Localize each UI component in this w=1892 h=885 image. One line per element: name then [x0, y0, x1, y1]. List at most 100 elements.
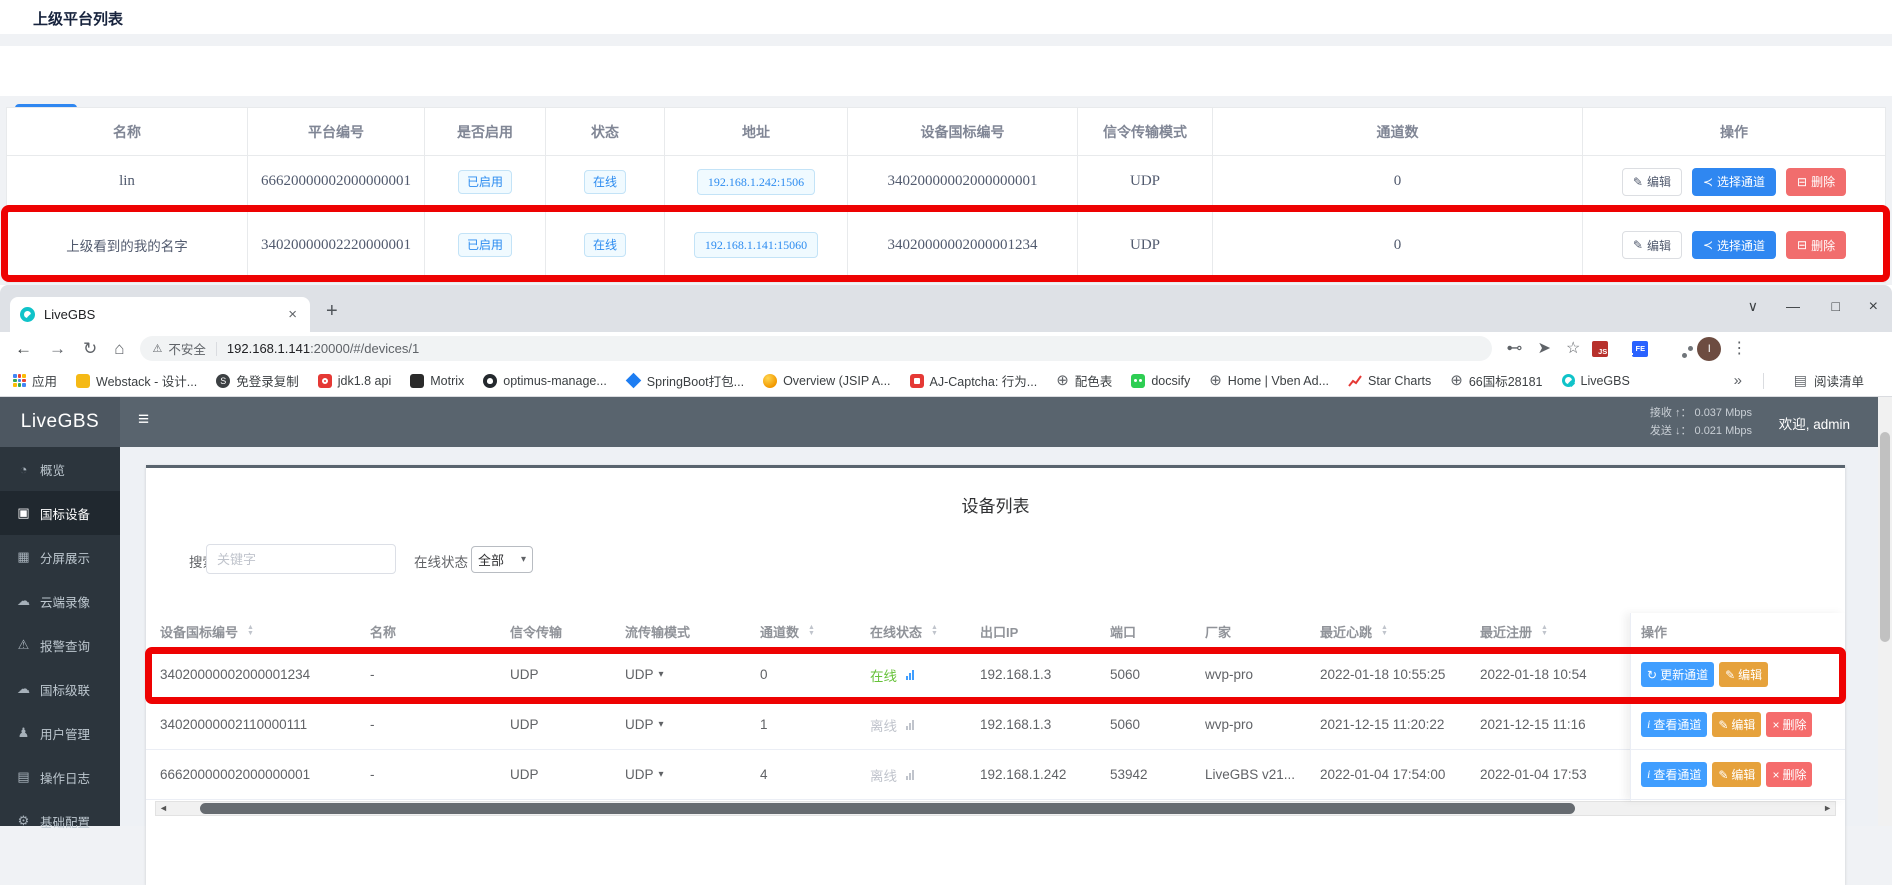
window-minimize-icon[interactable]: — — [1786, 298, 1800, 314]
bookmark-apps[interactable]: 应用 — [13, 371, 57, 390]
col-channels: 通道数 — [1213, 108, 1583, 155]
scroll-left-icon[interactable]: ◄ — [159, 802, 168, 815]
cell-stream-mode[interactable]: UDP▾ — [625, 717, 760, 732]
sort-icon[interactable]: ▲▼ — [931, 625, 938, 637]
delete-button[interactable]: ×删除 — [1766, 762, 1812, 787]
bookmark-colors[interactable]: ⊕配色表 — [1056, 371, 1112, 390]
device-row: 34020000002110000111 - UDP UDP▾ 1 离线 192… — [146, 700, 1845, 750]
bookmark-jdk[interactable]: jdk1.8 api — [318, 374, 392, 388]
bookmark-webstack[interactable]: Webstack - 设计... — [76, 371, 197, 390]
select-channel-button[interactable]: ≺选择通道 — [1692, 231, 1776, 259]
bookmark-copy[interactable]: S免登录复制 — [216, 371, 299, 390]
edit-button[interactable]: ✎编辑 — [1622, 168, 1682, 196]
col-device-id[interactable]: 设备国标编号▲▼ — [160, 622, 370, 641]
browser-tab[interactable]: LiveGBS × — [10, 297, 310, 332]
delete-button[interactable]: ×删除 — [1766, 712, 1812, 737]
browser-menu-dots-icon[interactable]: ⋮ — [1731, 341, 1747, 357]
bookmark-label: 免登录复制 — [236, 371, 299, 390]
col-name: 名称 — [7, 108, 248, 155]
home-icon[interactable]: ⌂ — [114, 340, 124, 357]
sidebar-item-operation-log[interactable]: ▤操作日志 — [0, 755, 120, 799]
sidebar-item-alarm-query[interactable]: ⚠报警查询 — [0, 623, 120, 667]
stream-stats-chart-icon[interactable] — [906, 670, 914, 680]
bookmark-docsify[interactable]: docsify — [1131, 374, 1190, 388]
edit-label: 编辑 — [1731, 716, 1755, 733]
fe-extension-icon[interactable]: FE — [1632, 341, 1648, 357]
bookmark-overview[interactable]: Overview (JSIP A... — [763, 374, 890, 388]
js-extension-icon[interactable]: JS — [1592, 341, 1608, 357]
bookmark-star-icon[interactable]: ☆ — [1566, 341, 1580, 357]
window-chevron-icon[interactable]: ∨ — [1748, 298, 1758, 315]
col-channels[interactable]: 通道数▲▼ — [760, 622, 870, 641]
send-icon[interactable]: ➤ — [1538, 341, 1551, 357]
window-maximize-icon[interactable]: □ — [1832, 298, 1840, 314]
sidebar-item-overview[interactable]: ◔概览 — [0, 447, 120, 491]
bookmark-gb28181[interactable]: ⊕66国标28181 — [1450, 371, 1542, 390]
reload-icon[interactable]: ↻ — [83, 340, 97, 357]
delete-button[interactable]: ⊟删除 — [1786, 168, 1846, 196]
sort-icon[interactable]: ▲▼ — [1541, 625, 1548, 637]
scroll-right-icon[interactable]: ► — [1823, 802, 1832, 815]
key-icon[interactable]: ⊷ — [1507, 341, 1523, 357]
col-online-status[interactable]: 在线状态▲▼ — [870, 622, 980, 641]
cell-stream-mode[interactable]: UDP▾ — [625, 767, 760, 782]
col-heartbeat[interactable]: 最近心跳▲▼ — [1320, 622, 1480, 641]
scrollbar-thumb[interactable] — [200, 803, 1575, 814]
colon: ： — [1680, 425, 1691, 437]
docsify-icon — [1131, 374, 1145, 388]
delete-button[interactable]: ⊟删除 — [1786, 231, 1846, 259]
back-icon[interactable]: ← — [15, 340, 32, 357]
url-host: 192.168.1.141 — [227, 341, 310, 356]
view-channels-button[interactable]: i查看通道 — [1641, 712, 1707, 737]
select-channel-button[interactable]: ≺选择通道 — [1692, 168, 1776, 196]
new-tab-button[interactable]: + — [326, 301, 338, 321]
edit-button[interactable]: ✎编辑 — [1719, 662, 1768, 687]
bookmarks-overflow-icon[interactable]: » — [1734, 372, 1742, 389]
bookmark-label: Motrix — [430, 374, 464, 388]
reading-list-button[interactable]: ▤阅读清单 — [1794, 371, 1864, 390]
bookmark-starcharts[interactable]: Star Charts — [1348, 374, 1431, 388]
toolbar-row: + 添加 — [0, 46, 1892, 96]
bookmark-github[interactable]: optimus-manage... — [483, 374, 607, 388]
scrollbar-thumb[interactable] — [1880, 432, 1890, 642]
search-input[interactable] — [206, 544, 396, 574]
cell-channels: 0 — [760, 667, 870, 682]
bookmark-springboot[interactable]: SpringBoot打包... — [626, 371, 744, 390]
sort-icon[interactable]: ▲▼ — [1381, 625, 1388, 637]
window-close-icon[interactable]: × — [1869, 298, 1878, 316]
device-row: 66620000002000000001 - UDP UDP▾ 4 离线 192… — [146, 750, 1845, 800]
sidebar-item-cloud-record[interactable]: ☁云端录像 — [0, 579, 120, 623]
welcome-user[interactable]: 欢迎, admin — [1779, 413, 1850, 433]
main-content: 设备列表 搜索 在线状态 全部▾ 设备国标编号▲▼ 名称 信令传输 流传输模式 … — [120, 447, 1892, 826]
sidebar-item-basic-config[interactable]: ⚙基础配置 — [0, 799, 120, 843]
bookmark-vben[interactable]: ⊕Home | Vben Ad... — [1209, 373, 1329, 388]
edit-button[interactable]: ✎编辑 — [1622, 231, 1682, 259]
horizontal-scrollbar[interactable]: ◄ ► — [155, 801, 1836, 816]
view-channels-button[interactable]: i查看通道 — [1641, 762, 1707, 787]
hamburger-icon[interactable]: ≡ — [138, 410, 149, 429]
bookmark-motrix[interactable]: Motrix — [410, 374, 464, 388]
overview-icon — [763, 374, 777, 388]
vertical-scrollbar[interactable] — [1878, 397, 1892, 826]
address-bar[interactable]: ⚠ 不安全 192.168.1.141 :20000/#/devices/1 — [140, 336, 1492, 361]
sort-icon[interactable]: ▲▼ — [247, 625, 254, 637]
online-status-select[interactable]: 全部▾ — [471, 546, 533, 573]
cell-stream-mode[interactable]: UDP▾ — [625, 667, 760, 682]
profile-avatar[interactable]: I — [1697, 337, 1721, 361]
col-register[interactable]: 最近注册▲▼ — [1480, 622, 1650, 641]
sidebar-item-split-screen[interactable]: ▦分屏展示 — [0, 535, 120, 579]
sidebar-item-gb-cascade[interactable]: ☁国标级联 — [0, 667, 120, 711]
edit-button[interactable]: ✎编辑 — [1712, 762, 1761, 787]
sidebar-item-gb-devices[interactable]: ▣国标设备 — [0, 491, 120, 535]
bookmark-livegbs[interactable]: LiveGBS — [1562, 374, 1630, 388]
tab-close-icon[interactable]: × — [285, 306, 300, 323]
globe-icon: ⊕ — [1209, 373, 1222, 388]
sidebar-item-label: 基础配置 — [40, 812, 90, 831]
bookmark-ajcaptcha[interactable]: AJ-Captcha: 行为... — [910, 371, 1038, 390]
forward-icon[interactable]: → — [49, 340, 66, 357]
sidebar-item-user-management[interactable]: ♟用户管理 — [0, 711, 120, 755]
cell-channels: 1 — [760, 717, 870, 732]
sort-icon[interactable]: ▲▼ — [808, 625, 815, 637]
update-channels-button[interactable]: ↻更新通道 — [1641, 662, 1714, 687]
edit-button[interactable]: ✎编辑 — [1712, 712, 1761, 737]
